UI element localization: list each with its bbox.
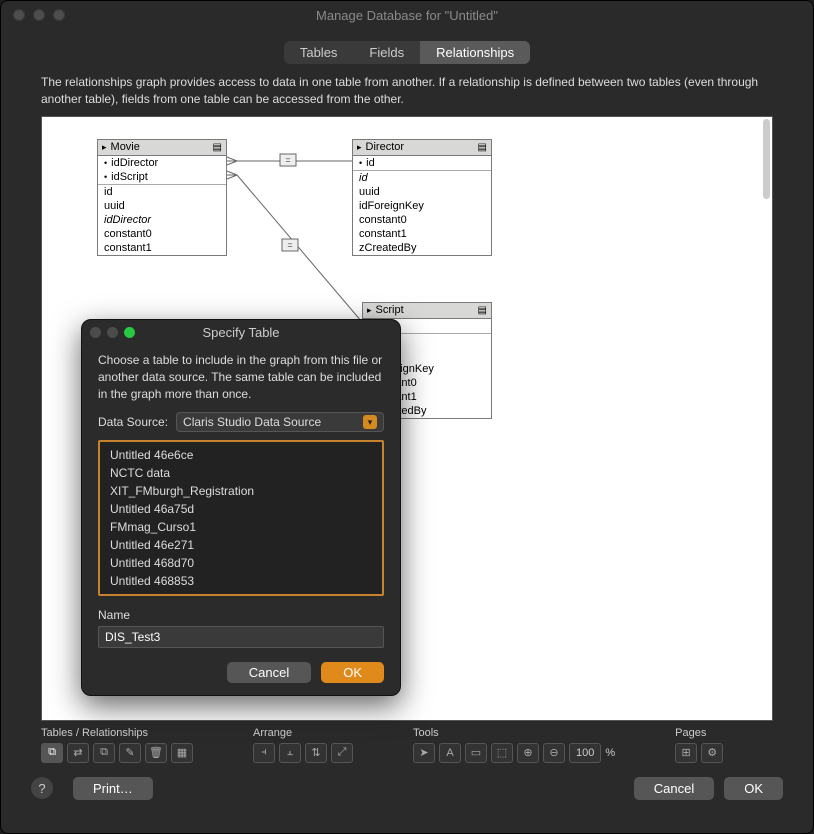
resize-button[interactable]: ⤢	[331, 743, 353, 763]
zoom-in-button[interactable]: ⊕	[517, 743, 539, 763]
key-field[interactable]: id	[353, 156, 491, 170]
color-button[interactable]: ▦	[171, 743, 193, 763]
graph-toolbar: Tables / Relationships ⧉ ⇄ ⧉ ✎ 🗑 ▦ Arran…	[1, 721, 813, 763]
svg-text:=: =	[287, 240, 292, 250]
edit-button[interactable]: ✎	[119, 743, 141, 763]
field[interactable]: uuid	[353, 185, 491, 199]
field[interactable]: id	[353, 171, 491, 185]
add-table-button[interactable]: ⧉	[41, 743, 63, 763]
field[interactable]: constant0	[98, 227, 226, 241]
field[interactable]: uuid	[98, 199, 226, 213]
relationships-description: The relationships graph provides access …	[1, 64, 813, 116]
page-setup-button[interactable]: ⚙	[701, 743, 723, 763]
field[interactable]: constant1	[353, 227, 491, 241]
toolbar-section-label: Tools	[413, 727, 615, 739]
text-tool-button[interactable]: A	[439, 743, 461, 763]
list-item[interactable]: NCTC data	[100, 464, 382, 482]
field[interactable]: id	[98, 185, 226, 199]
sheet-minimize-button[interactable]	[107, 327, 118, 338]
field[interactable]: constant0	[353, 213, 491, 227]
manage-database-window: Manage Database for "Untitled" Tables Fi…	[0, 0, 814, 834]
delete-button[interactable]: 🗑	[145, 743, 167, 763]
table-occurrence-director[interactable]: ▸ Director ▤ id id uuid idForeignKey con…	[352, 139, 492, 256]
table-occurrence-movie[interactable]: ▸ Movie ▤ idDirector idScript id uuid id…	[97, 139, 227, 256]
help-button[interactable]: ?	[31, 777, 53, 799]
list-item[interactable]: Untitled 46e271	[100, 536, 382, 554]
list-item[interactable]: Untitled 468853	[100, 572, 382, 590]
toolbar-section-label: Tables / Relationships	[41, 727, 193, 739]
add-relationship-button[interactable]: ⇄	[67, 743, 89, 763]
select-tool-button[interactable]: ⬚	[491, 743, 513, 763]
cancel-button[interactable]: Cancel	[634, 777, 714, 800]
note-tool-button[interactable]: ▭	[465, 743, 487, 763]
sheet-close-button[interactable]	[90, 327, 101, 338]
align-center-button[interactable]: ⫠	[279, 743, 301, 763]
tab-tables[interactable]: Tables	[284, 41, 354, 64]
name-label: Name	[98, 608, 384, 622]
list-item[interactable]: FMmag_Curso1	[100, 518, 382, 536]
zoom-out-button[interactable]: ⊖	[543, 743, 565, 763]
toolbar-section-label: Pages	[675, 727, 723, 739]
pointer-tool-button[interactable]: ➤	[413, 743, 435, 763]
to-header[interactable]: ▸ Script ▤	[363, 303, 491, 319]
sheet-ok-button[interactable]: OK	[321, 662, 384, 683]
to-title: Movie	[111, 141, 209, 153]
page-breaks-button[interactable]: ⊞	[675, 743, 697, 763]
key-field[interactable]: idDirector	[98, 156, 226, 170]
tab-fields[interactable]: Fields	[353, 41, 420, 64]
field[interactable]: idDirector	[98, 213, 226, 227]
sheet-instruction: Choose a table to include in the graph f…	[98, 352, 384, 402]
window-titlebar: Manage Database for "Untitled"	[1, 1, 813, 29]
data-source-label: Data Source:	[98, 415, 168, 429]
zoom-unit: %	[605, 747, 615, 759]
list-item[interactable]: XIT_FMburgh_Registration	[100, 482, 382, 500]
table-name-input[interactable]	[98, 626, 384, 648]
to-header[interactable]: ▸ Director ▤	[353, 140, 491, 156]
list-item[interactable]: Untitled 468d70	[100, 554, 382, 572]
field[interactable]: constant1	[98, 241, 226, 255]
sheet-titlebar: Specify Table	[82, 320, 400, 344]
key-field[interactable]: idScript	[98, 170, 226, 184]
window-traffic-lights	[13, 9, 65, 21]
to-header[interactable]: ▸ Movie ▤	[98, 140, 226, 156]
zoom-window-button[interactable]	[53, 9, 65, 21]
main-tabbar: Tables Fields Relationships	[1, 41, 813, 64]
chevron-down-icon: ▾	[363, 415, 377, 429]
sheet-cancel-button[interactable]: Cancel	[227, 662, 311, 683]
list-item[interactable]: Untitled 46a75d	[100, 500, 382, 518]
to-title: Director	[366, 141, 474, 153]
tab-relationships[interactable]: Relationships	[420, 41, 530, 64]
print-button[interactable]: Print…	[73, 777, 153, 800]
expand-icon: ▸	[357, 142, 362, 153]
canvas-scrollbar[interactable]	[763, 119, 770, 199]
window-title: Manage Database for "Untitled"	[1, 8, 813, 23]
specify-table-dialog: Specify Table Choose a table to include …	[81, 319, 401, 696]
minimize-window-button[interactable]	[33, 9, 45, 21]
collapse-icon[interactable]: ▤	[213, 142, 222, 153]
to-title: Script	[376, 304, 474, 316]
table-list[interactable]: Untitled 46e6ce NCTC data XIT_FMburgh_Re…	[98, 440, 384, 596]
svg-text:=: =	[285, 155, 290, 165]
expand-icon: ▸	[367, 305, 372, 316]
collapse-icon[interactable]: ▤	[478, 142, 487, 153]
ok-button[interactable]: OK	[724, 777, 783, 800]
close-window-button[interactable]	[13, 9, 25, 21]
align-left-button[interactable]: ⫞	[253, 743, 275, 763]
toolbar-section-label: Arrange	[253, 727, 353, 739]
expand-icon: ▸	[102, 142, 107, 153]
field[interactable]: zCreatedBy	[353, 241, 491, 255]
zoom-value: 100	[576, 747, 594, 759]
field[interactable]: idForeignKey	[353, 199, 491, 213]
distribute-button[interactable]: ⇅	[305, 743, 327, 763]
duplicate-button[interactable]: ⧉	[93, 743, 115, 763]
dialog-footer: ? Print… Cancel OK	[1, 763, 813, 814]
zoom-level-field[interactable]: 100	[569, 743, 601, 763]
list-item[interactable]: Untitled 46e6ce	[100, 446, 382, 464]
collapse-icon[interactable]: ▤	[478, 305, 487, 316]
data-source-select[interactable]: Claris Studio Data Source ▾	[176, 412, 384, 432]
sheet-zoom-button[interactable]	[124, 327, 135, 338]
data-source-value: Claris Studio Data Source	[183, 415, 321, 429]
